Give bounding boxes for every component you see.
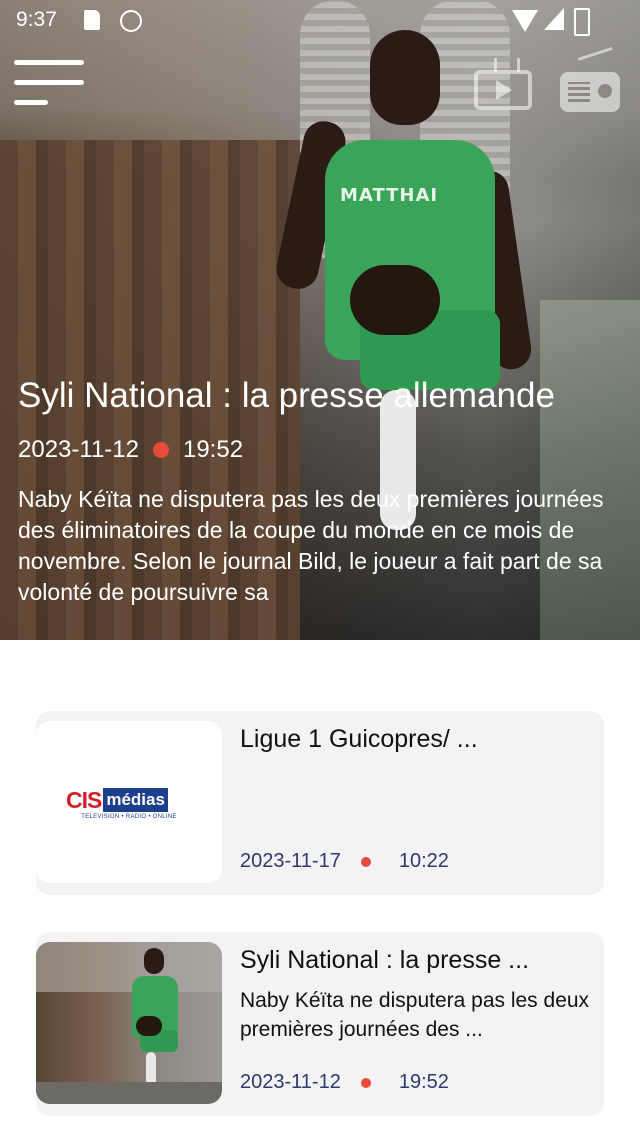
hero-title[interactable]: Syli National : la presse allemande	[18, 374, 628, 418]
hero-excerpt: Naby Kéïta ne disputera pas les deux pre…	[18, 486, 604, 605]
article-meta: 2023-11-17 10:22	[240, 850, 449, 873]
hamburger-menu-icon[interactable]	[14, 60, 84, 108]
article-excerpt: Naby Kéïta ne disputera pas les deux pre…	[240, 989, 590, 1041]
separator-dot-icon	[152, 442, 169, 458]
hero-article[interactable]: MATTHAI Syli National : la presse allema…	[0, 0, 640, 640]
status-bar: 9:37	[0, 0, 640, 42]
radio-icon[interactable]	[560, 46, 620, 114]
battery-icon	[574, 8, 590, 36]
article-title[interactable]: Syli National : la presse ...	[240, 946, 590, 975]
sd-card-icon	[84, 10, 100, 30]
notification-face-icon	[120, 10, 142, 32]
article-date: 2023-11-12	[240, 1071, 341, 1093]
article-thumbnail	[36, 942, 222, 1104]
article-meta: 2023-11-12 19:52	[240, 1071, 449, 1094]
hero-meta: 2023-11-12 19:52	[18, 436, 243, 464]
separator-dot-icon	[360, 856, 371, 867]
cis-medias-logo: CIS médias TELEVISION • RADIO • ONLINE	[66, 787, 177, 820]
article-title[interactable]: Ligue 1 Guicopres/ ...	[240, 725, 590, 754]
article-thumbnail: CIS médias TELEVISION • RADIO • ONLINE	[36, 721, 222, 883]
article-card[interactable]: CIS médias TELEVISION • RADIO • ONLINE L…	[36, 711, 604, 895]
article-time: 19:52	[398, 1071, 449, 1093]
separator-dot-icon	[360, 1077, 371, 1088]
status-time: 9:37	[16, 8, 57, 31]
cell-signal-icon	[544, 8, 564, 30]
hero-time: 19:52	[182, 436, 244, 463]
article-time: 10:22	[398, 850, 449, 872]
tv-play-icon[interactable]	[474, 58, 536, 112]
article-card[interactable]: Syli National : la presse ... Naby Kéïta…	[36, 932, 604, 1116]
hero-date: 2023-11-12	[18, 436, 139, 463]
wifi-icon	[512, 10, 538, 32]
jersey-sponsor-text: MATTHAI	[340, 185, 439, 206]
article-date: 2023-11-17	[240, 850, 341, 872]
